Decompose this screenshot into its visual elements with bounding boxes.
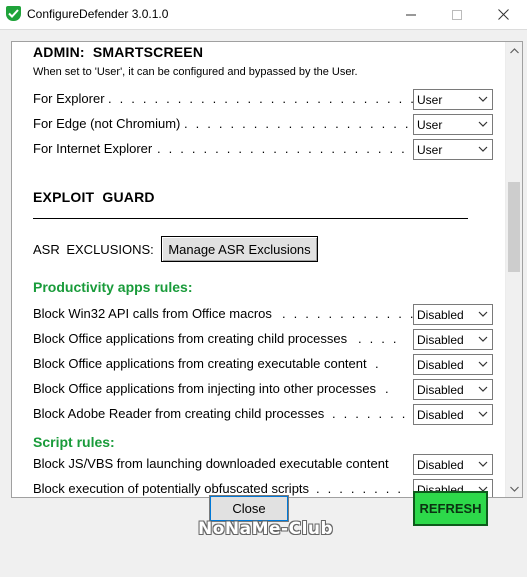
title-bar[interactable]: ConfigureDefender 3.0.1.0 [0, 0, 527, 29]
asr-exclusions-label: ASR EXCLUSIONS: [33, 242, 154, 257]
edge-select[interactable]: User [413, 114, 493, 135]
smartscreen-note: When set to 'User', it can be configured… [33, 66, 358, 78]
exploit-guard-heading: EXPLOIT GUARD [33, 189, 155, 205]
smartscreen-heading: ADMIN: SMARTSCREEN [33, 44, 204, 60]
chevron-down-icon [478, 361, 488, 367]
leader-dots: . . . . . . . . [316, 481, 404, 496]
edge-label: For Edge (not Chromium) [33, 116, 181, 131]
scroll-up-arrow-icon[interactable] [506, 42, 522, 59]
explorer-label: For Explorer [33, 91, 105, 106]
defender-shield-icon [6, 6, 21, 21]
window-title: ConfigureDefender 3.0.1.0 [27, 7, 169, 21]
scroll-down-arrow-icon[interactable] [506, 480, 522, 497]
internet-explorer-select-value: User [417, 142, 443, 157]
edge-select-value: User [417, 117, 443, 132]
minimize-icon [406, 14, 416, 15]
rule-label: Block Office applications from creating … [33, 331, 348, 346]
rule-select-value: Disabled [417, 382, 464, 397]
vertical-scrollbar[interactable] [505, 42, 522, 497]
rule-office-injecting-select[interactable]: Disabled [413, 379, 493, 400]
rule-select-value: Disabled [417, 307, 464, 322]
settings-scroll-panel[interactable]: ADMIN: SMARTSCREEN When set to 'User', i… [11, 41, 523, 498]
rule-label: Block Win32 API calls from Office macros [33, 306, 272, 321]
rule-label: Block JS/VBS from launching downloaded e… [33, 456, 389, 471]
internet-explorer-select[interactable]: User [413, 139, 493, 160]
scrollbar-thumb[interactable] [508, 182, 520, 272]
close-window-button[interactable] [480, 0, 526, 29]
rule-label: Block execution of potentially obfuscate… [33, 481, 310, 496]
settings-content: ADMIN: SMARTSCREEN When set to 'User', i… [12, 42, 507, 497]
rule-js-vbs-select[interactable]: Disabled [413, 454, 493, 475]
leader-dots: . [375, 356, 381, 371]
rule-label: Block Office applications from injecting… [33, 381, 376, 396]
client-area: ADMIN: SMARTSCREEN When set to 'User', i… [0, 29, 527, 577]
chevron-down-icon [478, 96, 488, 102]
rule-select-value: Disabled [417, 457, 464, 472]
chevron-down-icon [478, 411, 488, 417]
leader-dots: . . . . [358, 331, 399, 346]
explorer-select-value: User [417, 92, 443, 107]
close-button[interactable]: Close [209, 495, 289, 522]
leader-dots: . . . . . . . . . . . . . . . . . . . . … [157, 141, 454, 156]
script-rules-heading: Script rules: [33, 434, 115, 450]
chevron-down-icon [478, 311, 488, 317]
rule-office-executable-select[interactable]: Disabled [413, 354, 493, 375]
chevron-down-icon [478, 386, 488, 392]
chevron-down-icon [478, 336, 488, 342]
section-divider [33, 218, 468, 219]
close-icon [497, 9, 509, 20]
rule-label: Block Office applications from creating … [33, 356, 367, 371]
rule-office-child-select[interactable]: Disabled [413, 329, 493, 350]
watermark-text: NoNaMe-Club [198, 519, 334, 539]
productivity-rules-heading: Productivity apps rules: [33, 279, 193, 295]
maximize-icon [452, 9, 462, 20]
rule-select-value: Disabled [417, 357, 464, 372]
rule-label: Block Adobe Reader from creating child p… [33, 406, 325, 421]
chevron-down-icon [478, 461, 488, 467]
internet-explorer-label: For Internet Explorer [33, 141, 153, 156]
rule-win32-api-select[interactable]: Disabled [413, 304, 493, 325]
explorer-select[interactable]: User [413, 89, 493, 110]
chevron-down-icon [478, 146, 488, 152]
rule-select-value: Disabled [417, 407, 464, 422]
refresh-button[interactable]: REFRESH [413, 491, 488, 526]
maximize-button[interactable] [434, 0, 480, 29]
manage-asr-exclusions-button[interactable]: Manage ASR Exclusions [161, 236, 318, 262]
leader-dots: . [385, 381, 391, 396]
rule-adobe-reader-select[interactable]: Disabled [413, 404, 493, 425]
chevron-down-icon [478, 121, 488, 127]
leader-dots: . . . . . . . . [332, 406, 420, 421]
leader-dots: . . . . . . . . . . . . . [282, 306, 428, 321]
rule-select-value: Disabled [417, 332, 464, 347]
minimize-button[interactable] [388, 0, 434, 29]
